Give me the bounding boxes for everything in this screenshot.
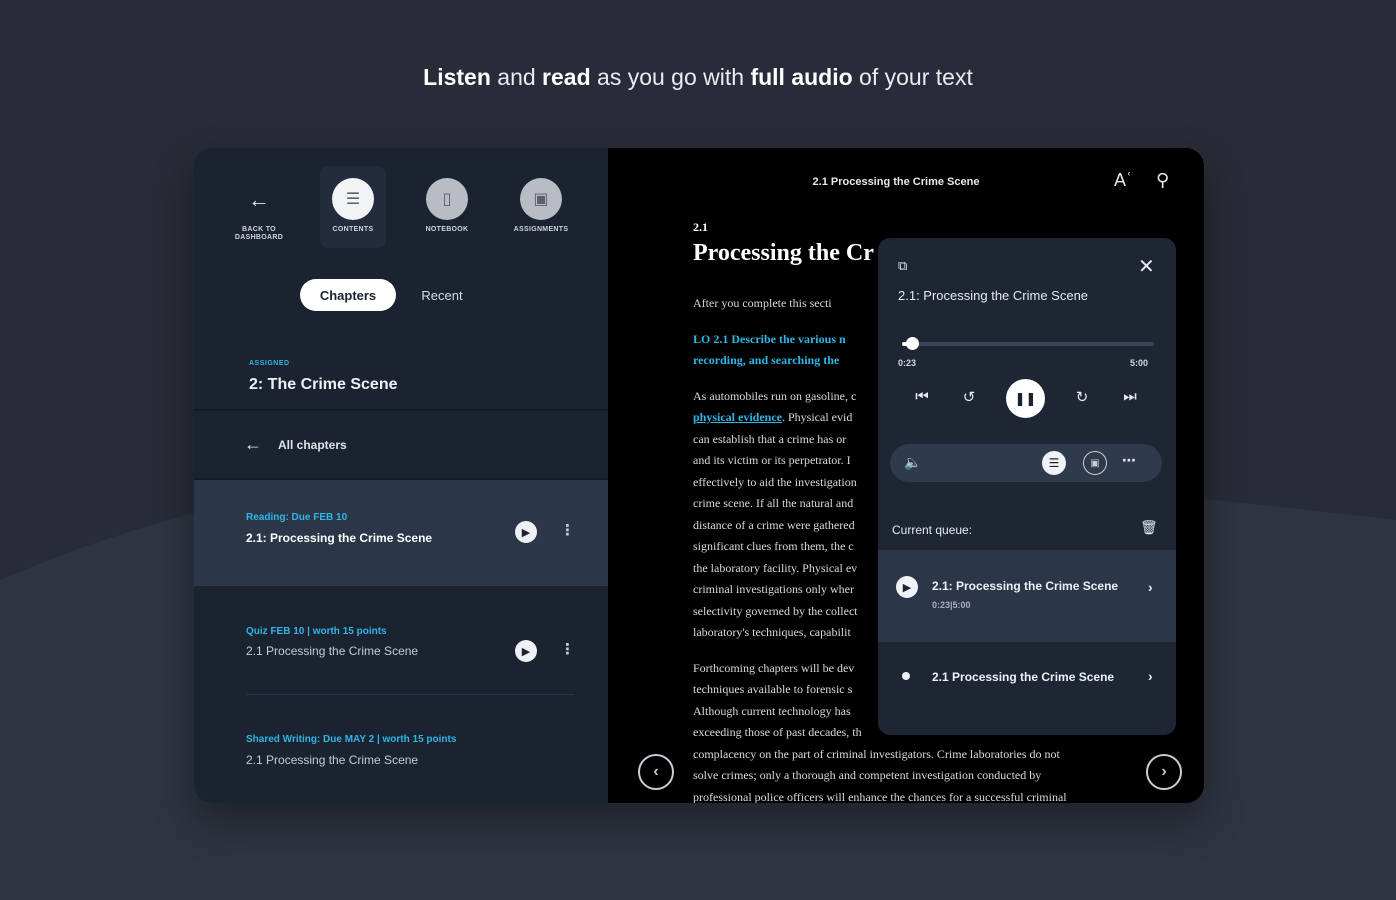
section-number: 2.1 — [693, 220, 708, 234]
progress-handle[interactable] — [906, 337, 920, 350]
skip-previous-icon[interactable]: ⏮ — [907, 388, 937, 405]
queue-item-active[interactable] — [878, 550, 1176, 642]
chevron-left-icon: ‹ — [653, 763, 659, 780]
text-size-icon[interactable]: Aʿ — [1114, 170, 1132, 191]
queue-label: Current queue: — [892, 523, 973, 537]
notebook-icon: ▯ — [426, 178, 468, 220]
calendar-icon: ▣ — [520, 178, 562, 220]
previous-page-button[interactable]: ‹ — [638, 754, 674, 790]
forward-icon[interactable]: ↻ — [1067, 388, 1097, 406]
duration-time: 5:00 — [1130, 358, 1149, 368]
arrow-left-icon: ← — [244, 434, 262, 454]
speed-icon[interactable]: ▣ — [1083, 451, 1107, 475]
chapter-item-writing[interactable]: Shared Writing: Due MAY 2 | worth 15 poi… — [194, 696, 608, 803]
skip-next-icon[interactable]: ⏭ — [1115, 388, 1145, 405]
queue-bullet-icon — [902, 672, 910, 680]
more-vertical-icon[interactable]: ⋮ — [560, 640, 575, 658]
assignments-tab[interactable]: ▣ ASSIGNMENTS — [508, 166, 574, 248]
back-to-dashboard-button[interactable]: ← BACK TO DASHBOARD — [226, 166, 292, 248]
sidebar: ← BACK TO DASHBOARD ☰ CONTENTS ▯ NOTEBOO… — [194, 148, 608, 803]
queue-item-title: 2.1: Processing the Crime Scene — [932, 579, 1119, 593]
chevron-right-icon[interactable]: › — [1148, 668, 1153, 684]
book-title: 2.1 Processing the Crime Scene — [812, 176, 980, 188]
search-icon[interactable]: ⚲ — [1156, 170, 1169, 191]
progress-track[interactable] — [902, 342, 1154, 346]
next-page-button[interactable]: › — [1146, 754, 1182, 790]
elapsed-time: 0:23 — [898, 358, 917, 368]
assigned-tag: ASSIGNED — [249, 360, 290, 367]
recent-toggle[interactable]: Recent — [400, 279, 484, 311]
more-vertical-icon[interactable]: ⋮ — [560, 521, 575, 539]
trash-icon[interactable]: 🗑 — [1140, 519, 1158, 536]
chapter-title: 2: The Crime Scene — [249, 376, 398, 393]
chapter-item-quiz[interactable]: Quiz FEB 10 | worth 15 points 2.1 Proces… — [194, 588, 608, 688]
audio-player-panel: ⧉ ✕ 2.1: Processing the Crime Scene 0:23… — [878, 238, 1176, 735]
rewind-icon[interactable]: ↺ — [954, 388, 984, 406]
audio-play-icon[interactable]: ▶ — [515, 521, 537, 543]
section-title: Processing the Cr — [693, 240, 874, 266]
chapters-toggle[interactable]: Chapters — [300, 279, 396, 311]
headline: Listen and read as you go with full audi… — [423, 64, 973, 90]
contents-icon: ☰ — [332, 178, 374, 220]
divider — [194, 409, 608, 411]
contents-tab[interactable]: ☰ CONTENTS — [320, 166, 386, 248]
pause-button[interactable]: ❚❚ — [1006, 379, 1045, 418]
chevron-right-icon: › — [1161, 763, 1167, 780]
audio-playing-icon: ▶ — [896, 576, 918, 598]
notebook-tab[interactable]: ▯ NOTEBOOK — [414, 166, 480, 248]
row-divider — [246, 694, 574, 695]
audio-play-icon[interactable]: ▶ — [515, 640, 537, 662]
popout-icon[interactable]: ⧉ — [898, 258, 907, 274]
physical-evidence-link[interactable]: physical evidence — [693, 410, 782, 424]
transcript-icon[interactable]: ☰ — [1042, 451, 1066, 475]
chapter-item-reading[interactable]: Reading: Due FEB 10 2.1: Processing the … — [194, 480, 608, 586]
pause-icon: ❚❚ — [1014, 390, 1037, 406]
all-chapters-link[interactable]: ← All chapters — [244, 434, 347, 455]
arrow-left-icon: ← — [248, 187, 270, 212]
chevron-right-icon[interactable]: › — [1148, 579, 1153, 595]
queue-item-time: 0:23|5:00 — [932, 600, 971, 610]
volume-icon[interactable]: 🔈 — [904, 454, 921, 471]
close-icon[interactable]: ✕ — [1138, 254, 1155, 279]
queue-item-title: 2.1 Processing the Crime Scene — [932, 670, 1115, 684]
more-horizontal-icon[interactable]: ⋯ — [1122, 452, 1136, 469]
track-title: 2.1: Processing the Crime Scene — [898, 288, 1089, 303]
